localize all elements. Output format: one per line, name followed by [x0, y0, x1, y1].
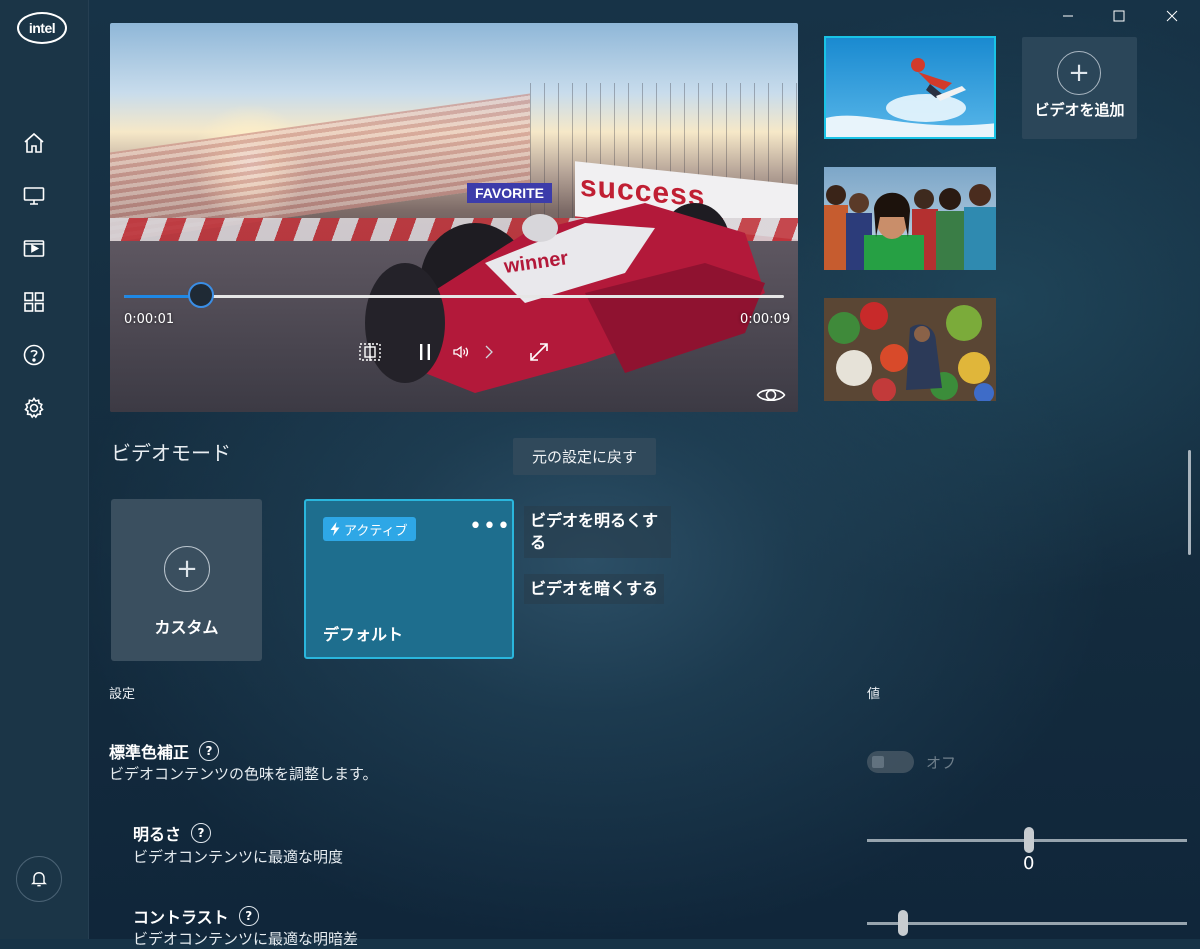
sidebar: intel: [0, 0, 89, 939]
add-video-label: ビデオを追加: [1034, 101, 1125, 119]
close-icon: [1166, 10, 1178, 22]
crowd-thumbnail-image: [824, 167, 996, 270]
fullscreen-button[interactable]: [526, 340, 552, 364]
color-correction-toggle-label: オフ: [926, 754, 957, 772]
minimize-icon: [1063, 15, 1073, 17]
darken-video-option[interactable]: ビデオを暗くする: [524, 574, 665, 604]
help-icon[interactable]: ?: [191, 823, 212, 843]
brightness-description: ビデオコンテンツに最適な明度: [133, 848, 344, 866]
split-view-icon: [359, 343, 381, 361]
market-thumbnail[interactable]: [824, 298, 996, 401]
seek-bar-thumb[interactable]: [188, 282, 214, 308]
monitor-icon[interactable]: [22, 184, 46, 208]
settings-column-header: 設定: [109, 687, 136, 702]
compare-view-button[interactable]: [357, 340, 383, 364]
custom-mode-card[interactable]: + カスタム: [111, 499, 262, 661]
default-mode-label: デフォルト: [323, 625, 404, 644]
bell-icon: [31, 872, 47, 887]
brightness-slider-thumb[interactable]: [1024, 827, 1034, 853]
active-badge-label: アクティブ: [344, 523, 408, 539]
close-button[interactable]: [1162, 6, 1182, 26]
market-thumbnail-image: [824, 298, 996, 401]
scrollbar[interactable]: [1188, 450, 1191, 555]
help-icon[interactable]: ?: [238, 906, 259, 926]
brightness-value: 0: [1023, 853, 1035, 874]
next-button[interactable]: [481, 340, 497, 364]
current-time: 0:00:01: [124, 312, 175, 327]
chevron-right-icon: [485, 345, 493, 359]
color-correction-title: 標準色補正 ?: [109, 739, 220, 763]
maximize-icon: [1113, 10, 1125, 22]
contrast-title: コントラスト ?: [133, 904, 259, 928]
value-column-header: 値: [867, 687, 881, 702]
toggle-knob: [872, 756, 884, 768]
notifications-button[interactable]: [16, 856, 62, 902]
reset-settings-button[interactable]: 元の設定に戻す: [513, 438, 656, 475]
volume-icon: [453, 345, 469, 359]
video-mode-title: ビデオモード: [111, 441, 231, 465]
video-frame-race-car: winner: [365, 203, 765, 393]
total-time: 0:00:09: [740, 312, 791, 327]
color-correction-label: 標準色補正: [109, 743, 190, 762]
home-icon[interactable]: [22, 131, 46, 155]
contrast-label: コントラスト: [133, 908, 229, 927]
pause-button[interactable]: [414, 340, 436, 364]
volume-button[interactable]: [450, 340, 472, 364]
add-video-button[interactable]: + ビデオを追加: [1022, 37, 1137, 139]
maximize-button[interactable]: [1109, 6, 1129, 26]
apps-grid-icon[interactable]: [22, 290, 46, 314]
custom-mode-label: カスタム: [154, 618, 219, 637]
contrast-slider-track[interactable]: [867, 922, 1187, 925]
lightning-icon: [330, 522, 340, 536]
pause-icon: [420, 344, 430, 360]
eye-preview-button[interactable]: [755, 383, 787, 407]
more-options-icon[interactable]: •••: [469, 516, 511, 538]
fullscreen-icon: [530, 343, 548, 361]
contrast-slider-thumb[interactable]: [898, 910, 908, 936]
minimize-button[interactable]: [1058, 6, 1078, 26]
eye-icon: [756, 388, 786, 402]
settings-icon[interactable]: [22, 396, 46, 420]
plus-icon: +: [164, 546, 210, 592]
video-icon[interactable]: [22, 237, 46, 261]
plus-icon: +: [1057, 51, 1101, 95]
crowd-thumbnail[interactable]: [824, 167, 996, 270]
snowboard-thumbnail[interactable]: [824, 36, 996, 139]
color-correction-toggle[interactable]: [867, 751, 914, 773]
snowboard-thumbnail-image: [826, 38, 994, 137]
help-icon[interactable]: [22, 343, 46, 367]
intel-logo: intel: [17, 12, 67, 44]
active-badge: アクティブ: [323, 517, 416, 541]
help-icon[interactable]: ?: [199, 741, 220, 761]
brightness-title: 明るさ ?: [133, 821, 212, 845]
seek-bar[interactable]: [124, 295, 784, 298]
default-mode-card[interactable]: アクティブ ••• デフォルト: [304, 499, 514, 659]
brightness-label: 明るさ: [133, 825, 182, 844]
brighten-video-option[interactable]: ビデオを明るくする: [524, 506, 671, 558]
color-correction-description: ビデオコンテンツの色味を調整します。: [109, 765, 378, 783]
